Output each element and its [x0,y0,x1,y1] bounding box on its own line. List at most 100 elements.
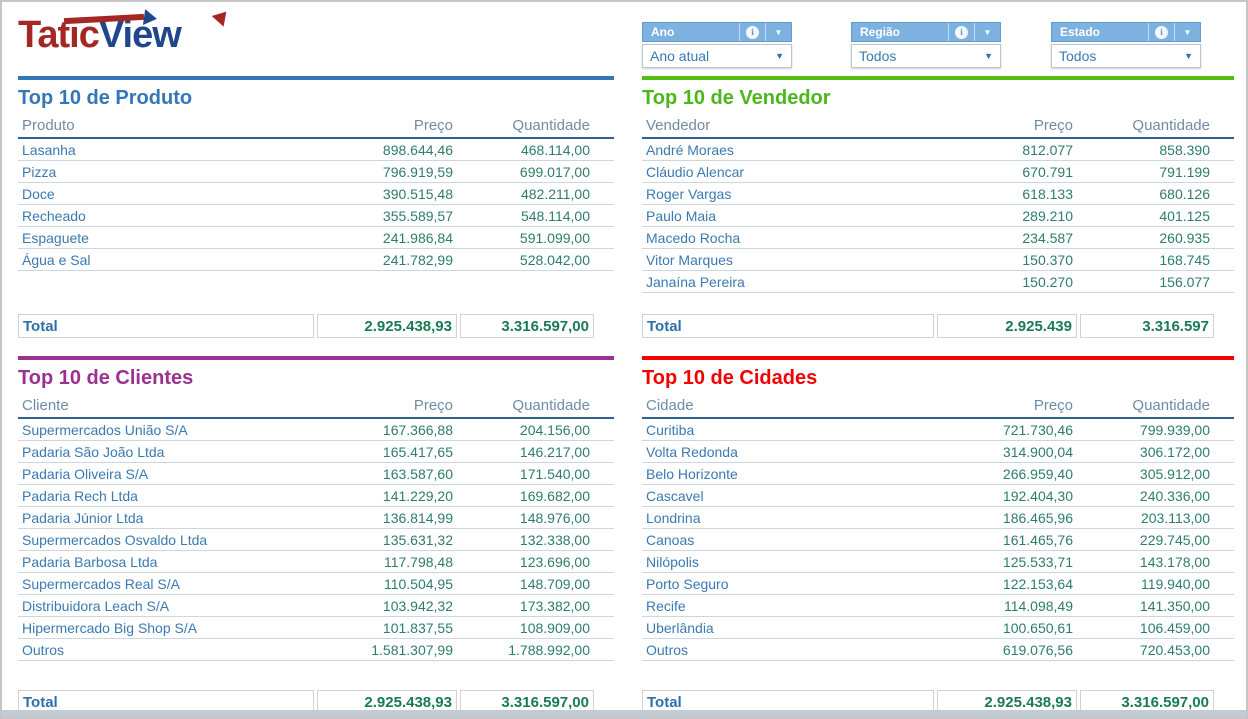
row-quantidade: 699.017,00 [519,163,590,180]
table-row: Distribuidora Leach S/A 103.942,32 173.382… [18,595,614,617]
table-row: Lasanha 898.644,46 468.114,00 [18,139,614,161]
table-row: Espaguete 241.986,84 591.099,00 [18,227,614,249]
row-quantidade: 528.042,00 [519,251,590,268]
chevron-down-icon[interactable]: ▼ [974,23,1000,41]
row-label: Curitiba [646,421,695,438]
row-label: Uberlândia [646,619,714,636]
row-preco: 289.210 [1022,207,1073,224]
row-preco: 812.077 [1022,141,1073,158]
row-quantidade: 132.338,00 [519,531,590,548]
table-row: Porto Seguro 122.153,64 119.940,00 [642,573,1234,595]
row-quantidade: 858.390 [1159,141,1210,158]
panel-top10-clientes: Top 10 de Clientes Cliente Preço Quantid… [18,356,614,714]
row-quantidade: 169.682,00 [519,487,590,504]
row-preco: 796.919,59 [382,163,453,180]
chevron-down-icon[interactable]: ▼ [765,23,791,41]
column-header: Vendedor [646,117,711,134]
info-icon[interactable]: i [1148,23,1174,41]
table-row: Volta Redonda 314.900,04 306.172,00 [642,441,1234,463]
row-preco: 1.581.307,99 [371,641,453,658]
table-header: Vendedor Preço Quantidade [642,115,1234,139]
row-preco: 136.814,99 [382,509,453,526]
filter-label: Região [860,25,901,39]
chevron-down-icon: ▼ [775,51,784,61]
top-bar: TaticView Ano i ▼ Ano atual ▼ Região i ▼… [2,2,1246,76]
row-quantidade: 680.126 [1159,185,1210,202]
table-row: Outros 619.076,56 720.453,00 [642,639,1234,661]
table-header: Cliente Preço Quantidade [18,395,614,419]
row-quantidade: 482.211,00 [520,185,590,202]
table-header: Produto Preço Quantidade [18,115,614,139]
row-preco: 110.504,95 [383,575,453,592]
info-icon[interactable]: i [948,23,974,41]
row-preco: 101.837,55 [382,619,453,636]
total-label: Total [18,314,314,338]
column-header: Preço [1033,117,1073,134]
filter-regiao-header[interactable]: Região i ▼ [851,22,1001,42]
column-header: Cidade [646,397,694,414]
table-body: Supermercados União S/A 167.366,88 204.156… [18,419,614,661]
row-quantidade: 119.940,00 [1140,575,1210,592]
table-row: Vitor Marques 150.370 168.745 [642,249,1234,271]
row-quantidade: 168.745 [1159,251,1210,268]
row-label: Recheado [22,207,86,224]
row-quantidade: 171.540,00 [519,465,590,482]
panel-title: Top 10 de Clientes [18,367,194,389]
column-header: Preço [1033,397,1073,414]
filter-label: Ano [651,25,675,39]
accent-bar [18,356,614,360]
panel-title: Top 10 de Produto [18,87,193,109]
table-row: Paulo Maia 289.210 401.125 [642,205,1234,227]
panels-grid: Top 10 de Produto Produto Preço Quantida… [2,76,1246,714]
table-row: Água e Sal 241.782,99 528.042,00 [18,249,614,271]
row-label: Londrina [646,509,701,526]
row-preco: 619.076,56 [1002,641,1073,658]
row-preco: 618.133 [1022,185,1073,202]
row-quantidade: 123.696,00 [519,553,590,570]
table-body: Lasanha 898.644,46 468.114,00 Pizza 796.919,… [18,139,614,271]
row-preco: 125.533,71 [1002,553,1073,570]
row-label: Janaína Pereira [646,273,745,290]
table-row: Padaria Rech Ltda 141.229,20 169.682,00 [18,485,614,507]
table-body: André Moraes 812.077 858.390 Cláudio Alenca… [642,139,1234,293]
filter-ano-select[interactable]: Ano atual ▼ [642,44,792,68]
chevron-down-icon: ▼ [1184,51,1193,61]
row-quantidade: 173.382,00 [519,597,590,614]
filter-ano-header[interactable]: Ano i ▼ [642,22,792,42]
table-row: Doce 390.515,48 482.211,00 [18,183,614,205]
total-preco: 2.925.439 [937,314,1077,338]
row-preco: 117.798,48 [383,553,453,570]
row-preco: 898.644,46 [382,141,453,158]
column-header: Quantidade [1132,117,1210,134]
filter-bar: Ano i ▼ Ano atual ▼ Região i ▼ Todos ▼ E… [642,22,1234,70]
column-header: Quantidade [512,397,590,414]
row-label: Cláudio Alencar [646,163,745,180]
table-row: Cláudio Alencar 670.791 791.199 [642,161,1234,183]
table-row: Nilópolis 125.533,71 143.178,00 [642,551,1234,573]
info-icon[interactable]: i [739,23,765,41]
row-quantidade: 468.114,00 [520,141,590,158]
accent-bar [642,356,1234,360]
row-quantidade: 240.336,00 [1139,487,1210,504]
filter-estado-header[interactable]: Estado i ▼ [1051,22,1201,42]
table-row: Londrina 186.465,96 203.113,00 [642,507,1234,529]
horizontal-scrollbar[interactable] [2,710,1246,717]
row-label: Supermercados Osvaldo Ltda [22,531,208,548]
table-row: Cascavel 192.404,30 240.336,00 [642,485,1234,507]
filter-regiao-select[interactable]: Todos ▼ [851,44,1001,68]
row-quantidade: 1.788.992,00 [508,641,590,658]
logo-arrow-icon [142,9,159,27]
row-preco: 122.153,64 [1002,575,1073,592]
row-label: Roger Vargas [646,185,732,202]
column-header: Cliente [22,397,69,414]
chevron-down-icon[interactable]: ▼ [1174,23,1200,41]
total-quantidade: 3.316.597 [1080,314,1214,338]
row-preco: 135.631,32 [382,531,453,548]
row-label: Recife [646,597,686,614]
row-label: Padaria Oliveira S/A [22,465,149,482]
row-quantidade: 260.935 [1159,229,1210,246]
table-row: Padaria Júnior Ltda 136.814,99 148.976,00 [18,507,614,529]
row-quantidade: 791.199 [1159,163,1210,180]
filter-estado-select[interactable]: Todos ▼ [1051,44,1201,68]
